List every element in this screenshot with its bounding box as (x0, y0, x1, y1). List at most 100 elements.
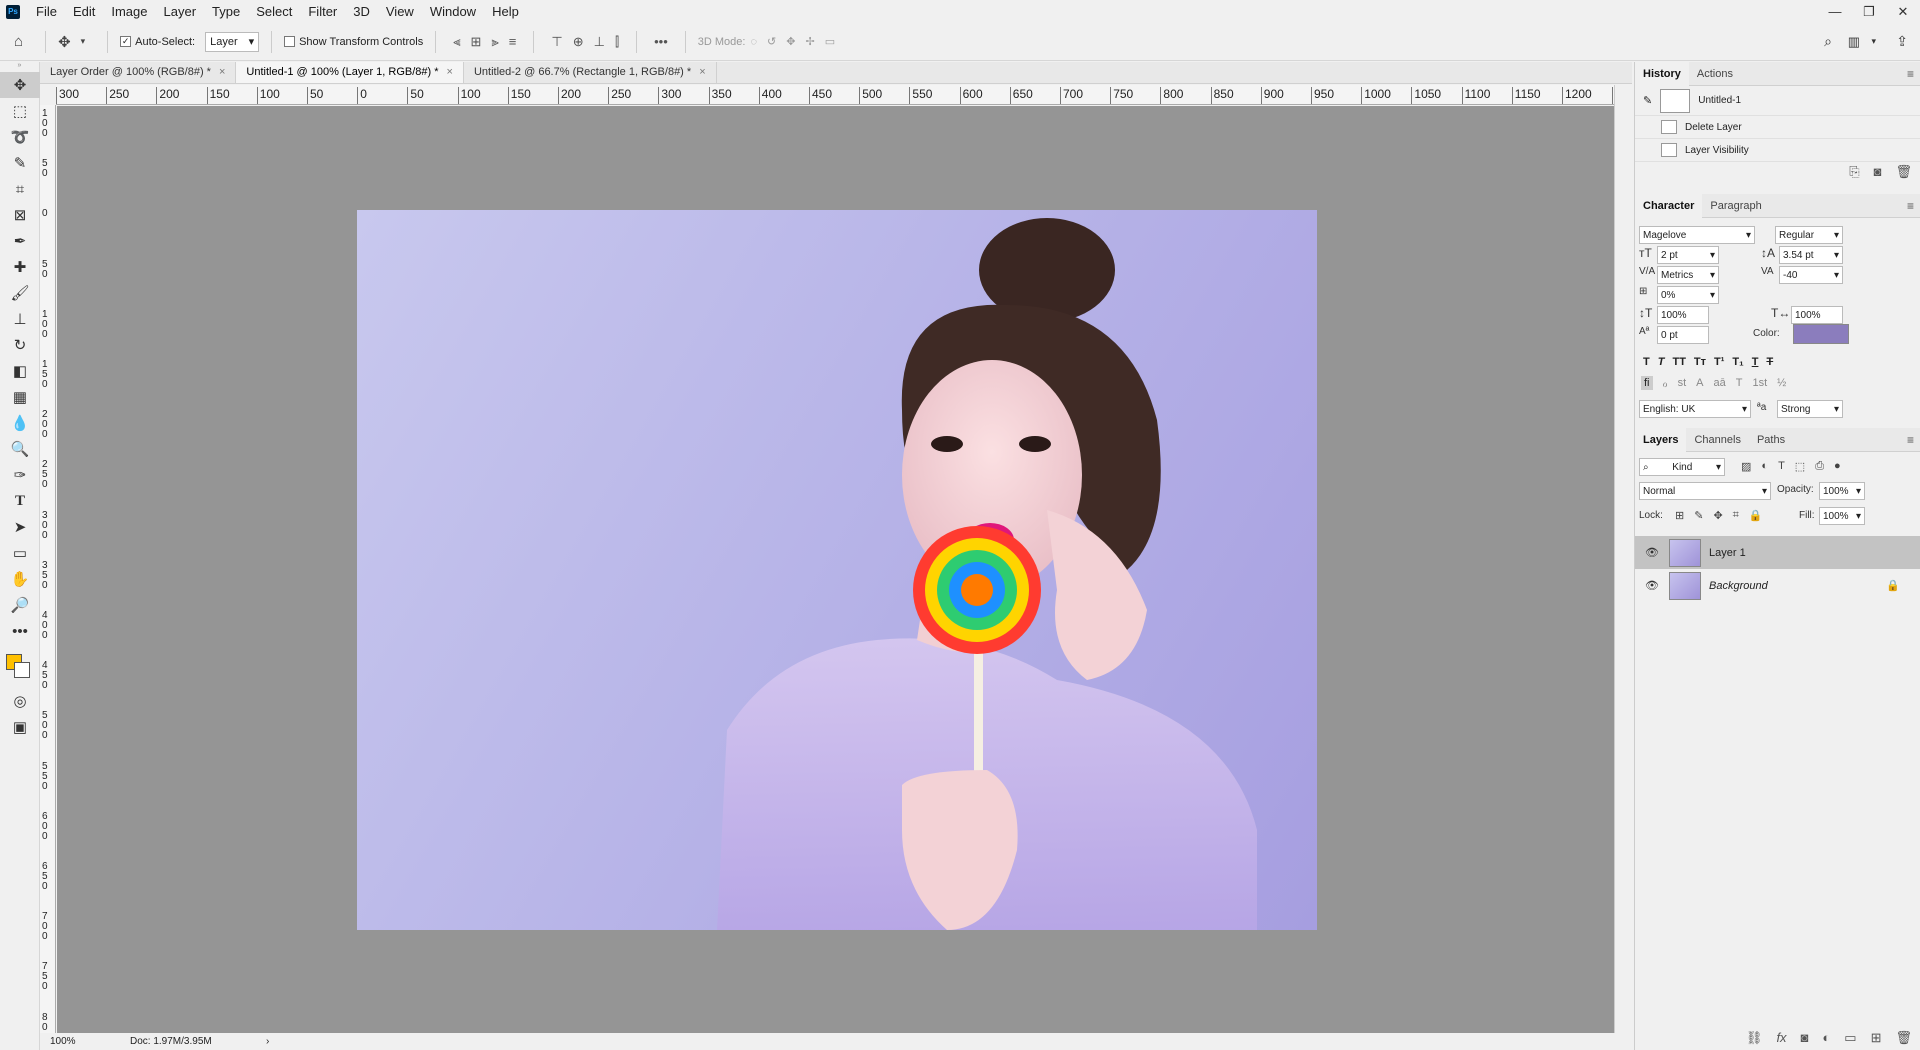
eraser-tool-icon[interactable]: ◧ (0, 358, 40, 384)
path-selection-tool-icon[interactable]: ➤ (0, 514, 40, 540)
more-options-button[interactable]: ••• (654, 34, 668, 49)
checkbox-checked-icon[interactable]: ✓ (120, 36, 132, 47)
tab-channels[interactable]: Channels (1686, 428, 1748, 452)
filter-toggle-icon[interactable]: ● (1834, 460, 1841, 473)
opacity-field[interactable]: 100% ▾ (1819, 482, 1865, 500)
frame-tool-icon[interactable]: ⊠ (0, 202, 40, 228)
tsume-field[interactable]: 0% ▾ (1657, 286, 1719, 304)
align-top-icon[interactable]: ⊤ (551, 34, 562, 50)
lock-artboard-icon[interactable]: ⌗ (1733, 509, 1739, 522)
tab-layer-order[interactable]: Layer Order @ 100% (RGB/8#) * × (40, 62, 237, 83)
canvas-scrollbar[interactable] (1614, 85, 1632, 1033)
history-brush-tool-icon[interactable]: ↻ (0, 332, 40, 358)
align-center-icon[interactable]: ⊞ (471, 34, 482, 50)
adjustment-layer-icon[interactable]: ◐ (1822, 1030, 1830, 1046)
search-icon[interactable]: ⌕ (1824, 33, 1832, 50)
kerning-field[interactable]: Metrics ▾ (1657, 266, 1719, 284)
link-layers-icon[interactable]: ⛓ (1746, 1030, 1763, 1046)
tab-layers[interactable]: Layers (1635, 427, 1687, 452)
home-icon[interactable]: ⌂ (14, 33, 23, 50)
tracking-field[interactable]: -40 ▾ (1779, 266, 1843, 284)
stylistic-button[interactable]: st (1678, 377, 1687, 389)
text-color-swatch[interactable] (1793, 324, 1849, 344)
move-tool-icon[interactable]: ✥ (0, 72, 40, 98)
new-group-icon[interactable]: ▭ (1844, 1030, 1856, 1046)
gradient-tool-icon[interactable]: ▦ (0, 384, 40, 410)
tab-paths[interactable]: Paths (1749, 428, 1793, 452)
panel-collapse-icon[interactable]: » (0, 62, 39, 72)
layer-row-background[interactable]: 👁 Background 🔒 (1635, 569, 1920, 602)
menu-help[interactable]: Help (484, 0, 527, 23)
brush-tool-icon[interactable]: 🖌 (0, 280, 40, 306)
language-select[interactable]: English: UK ▾ (1639, 400, 1751, 418)
small-caps-button[interactable]: Tт (1694, 356, 1706, 368)
lock-pixels-icon[interactable]: ✎ (1694, 509, 1703, 522)
menu-layer[interactable]: Layer (156, 0, 205, 23)
checkbox-unchecked-icon[interactable] (284, 36, 296, 47)
baseline-shift-field[interactable]: 0 pt (1657, 326, 1709, 344)
vertical-scale-field[interactable]: 100% (1657, 306, 1709, 324)
align-bottom-icon[interactable]: ⊥ (594, 34, 605, 50)
distribute-vertical-icon[interactable]: ⫿ (615, 34, 619, 50)
swash-button[interactable]: A (1696, 377, 1703, 389)
workspace-icon[interactable]: ▥ (1848, 34, 1860, 50)
lasso-tool-icon[interactable]: ➰ (0, 124, 40, 150)
3d-slide-icon[interactable]: ✢ (805, 35, 814, 48)
all-caps-button[interactable]: TT (1672, 356, 1685, 368)
antialias-select[interactable]: Strong ▾ (1777, 400, 1843, 418)
trash-icon[interactable]: 🗑 (1895, 164, 1912, 180)
show-transform-checkbox[interactable]: Show Transform Controls (284, 36, 423, 48)
panel-menu-icon[interactable]: ≡ (1907, 199, 1914, 213)
eye-icon[interactable]: 👁 (1641, 579, 1663, 592)
move-tool-icon[interactable]: ✥ (58, 33, 71, 51)
share-icon[interactable]: ⇪ (1896, 33, 1908, 50)
tab-history[interactable]: History (1635, 61, 1689, 86)
align-left-icon[interactable]: ⫷ (453, 34, 460, 50)
zoom-tool-icon[interactable]: 🔎 (0, 592, 40, 618)
fx-icon[interactable]: fx (1776, 1030, 1786, 1046)
background-color-swatch[interactable] (14, 662, 30, 678)
menu-view[interactable]: View (378, 0, 422, 23)
close-tab-icon[interactable]: × (219, 66, 225, 78)
contextual-button[interactable]: T (1736, 377, 1743, 389)
quick-mask-icon[interactable]: ◎ (0, 688, 40, 714)
close-tab-icon[interactable]: × (447, 66, 453, 78)
menu-image[interactable]: Image (103, 0, 155, 23)
faux-bold-button[interactable]: T (1643, 356, 1650, 368)
history-snapshot[interactable]: ✎ Untitled-1 (1635, 86, 1920, 116)
strikethrough-button[interactable]: T (1766, 356, 1773, 368)
align-middle-icon[interactable]: ⊕ (573, 34, 584, 50)
close-button[interactable]: ✕ (1886, 0, 1920, 23)
lock-all-icon[interactable]: 🔒 (1749, 509, 1763, 522)
menu-filter[interactable]: Filter (300, 0, 345, 23)
fractions-button[interactable]: ½ (1777, 377, 1786, 389)
dodge-tool-icon[interactable]: 🔍 (0, 436, 40, 462)
leading-field[interactable]: 3.54 pt ▾ (1779, 246, 1843, 264)
minimize-button[interactable]: — (1818, 0, 1852, 23)
lock-position-icon[interactable]: ✥ (1713, 509, 1722, 522)
zoom-level[interactable]: 100% (40, 1036, 90, 1047)
history-item[interactable]: Layer Visibility (1635, 139, 1920, 162)
auto-select-dropdown[interactable]: Layer ▾ (205, 31, 260, 52)
blend-mode-select[interactable]: Normal ▾ (1639, 482, 1771, 500)
new-document-icon[interactable]: ⎘ (1849, 164, 1859, 180)
crop-tool-icon[interactable]: ⌗ (0, 176, 40, 202)
tab-untitled-2[interactable]: Untitled-2 @ 66.7% (Rectangle 1, RGB/8#)… (464, 62, 717, 83)
distribute-icon[interactable]: ≡ (509, 34, 517, 49)
screen-mode-icon[interactable]: ▣ (0, 714, 40, 740)
blur-tool-icon[interactable]: 💧 (0, 410, 40, 436)
font-size-field[interactable]: 2 pt ▾ (1657, 246, 1719, 264)
clone-stamp-tool-icon[interactable]: ⊥ (0, 306, 40, 332)
menu-type[interactable]: Type (204, 0, 248, 23)
rectangle-tool-icon[interactable]: ▭ (0, 540, 40, 566)
history-brush-source-icon[interactable]: ✎ (1643, 94, 1652, 107)
panel-menu-icon[interactable]: ≡ (1907, 433, 1914, 447)
menu-edit[interactable]: Edit (65, 0, 103, 23)
add-mask-icon[interactable]: ◙ (1801, 1030, 1809, 1046)
pixel-filter-icon[interactable]: ▨ (1741, 460, 1751, 473)
edit-toolbar-icon[interactable]: ••• (0, 618, 40, 644)
3d-orbit-icon[interactable]: ◌ (750, 36, 757, 48)
panel-menu-icon[interactable]: ≡ (1907, 67, 1914, 81)
menu-window[interactable]: Window (422, 0, 484, 23)
restore-button[interactable]: ❐ (1852, 0, 1886, 23)
